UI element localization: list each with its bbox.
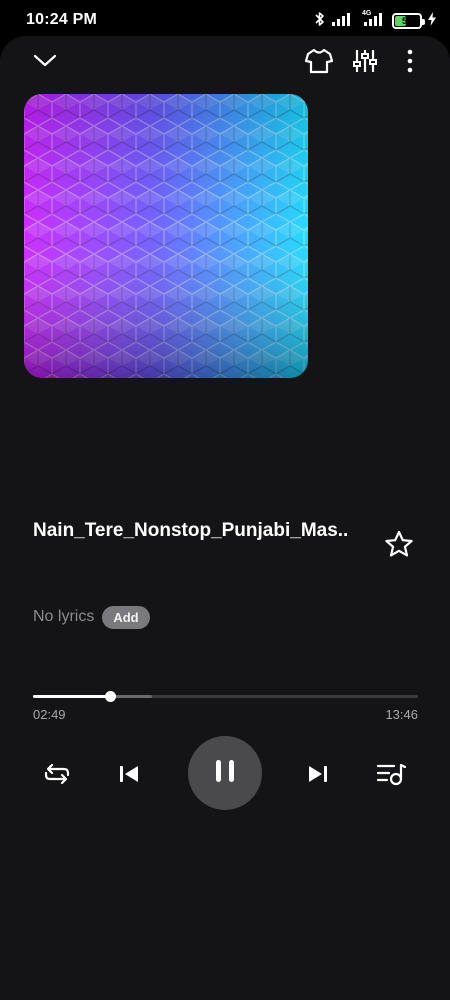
battery-level: 51 bbox=[401, 16, 412, 26]
status-time: 10:24 PM bbox=[26, 11, 97, 28]
status-icons: 4G 51 bbox=[314, 9, 436, 32]
previous-icon[interactable] bbox=[113, 758, 145, 790]
charging-icon bbox=[428, 11, 436, 31]
battery-icon: 51 bbox=[392, 13, 425, 29]
time-elapsed: 02:49 bbox=[33, 707, 66, 722]
more-vert-icon[interactable] bbox=[396, 46, 424, 76]
playback-controls bbox=[0, 736, 450, 812]
network-type: 4G bbox=[362, 9, 372, 17]
lyrics-label: No lyrics bbox=[33, 608, 95, 625]
queue-icon[interactable] bbox=[374, 758, 408, 790]
signal-icon bbox=[332, 12, 354, 31]
lyrics-row: No lyrics Add bbox=[33, 605, 150, 629]
bluetooth-icon bbox=[314, 11, 326, 32]
status-bar: 10:24 PM 4G 51 bbox=[0, 0, 450, 40]
album-art bbox=[24, 94, 308, 378]
chevron-down-icon[interactable] bbox=[30, 46, 60, 76]
time-total: 13:46 bbox=[385, 707, 418, 722]
pause-icon bbox=[213, 758, 237, 789]
battery-tip bbox=[422, 19, 425, 25]
add-lyrics-button[interactable]: Add bbox=[102, 605, 150, 629]
progress-bar[interactable] bbox=[33, 690, 418, 704]
equalizer-icon[interactable] bbox=[350, 46, 380, 76]
player-screen: Nain_Tere_Nonstop_Punjabi_Mas.. No lyric… bbox=[0, 36, 450, 1000]
pause-button[interactable] bbox=[188, 736, 262, 810]
tshirt-icon[interactable] bbox=[303, 46, 335, 76]
signal-4g-icon: 4G bbox=[360, 9, 386, 31]
track-title: Nain_Tere_Nonstop_Punjabi_Mas.. bbox=[33, 520, 349, 541]
star-outline-icon[interactable] bbox=[381, 526, 417, 562]
progress-thumb[interactable] bbox=[105, 691, 116, 702]
next-icon[interactable] bbox=[302, 758, 334, 790]
repeat-icon[interactable] bbox=[40, 758, 74, 790]
progress-fill bbox=[33, 695, 110, 698]
top-bar bbox=[0, 36, 450, 86]
album-art-image bbox=[24, 94, 308, 378]
